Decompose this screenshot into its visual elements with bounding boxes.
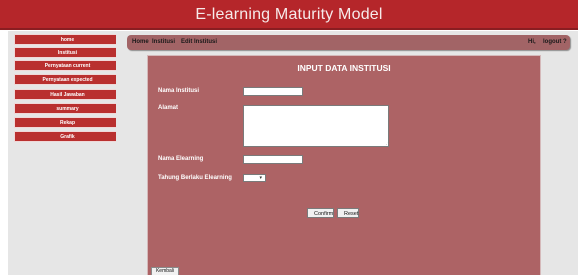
sidebar-item-summary[interactable]: summary: [14, 103, 121, 114]
resize-handle-icon[interactable]: ⋰: [384, 142, 389, 148]
sidebar-item-grafik[interactable]: Grafik: [14, 131, 121, 142]
tahun-berlaku-select[interactable]: ▾: [243, 174, 266, 182]
breadcrumb-home[interactable]: Home: [132, 39, 149, 45]
chevron-down-icon: ▾: [259, 175, 262, 181]
alamat-textarea[interactable]: [243, 105, 389, 147]
nama-elearning-input[interactable]: [243, 155, 303, 164]
logout-link[interactable]: logout ?: [543, 39, 567, 45]
sidebar: home Institusi Pernyataan current Pernya…: [8, 31, 121, 275]
tahun-berlaku-label: Tahung Berlaku Elearning: [158, 175, 232, 181]
app-header: E-learning Maturity Model: [0, 0, 578, 30]
breadcrumb-edit-institusi[interactable]: Edit Institusi: [181, 39, 217, 45]
user-greeting: Hi,: [528, 39, 536, 45]
sidebar-item-rekap[interactable]: Rekap: [14, 117, 121, 128]
nama-institusi-label: Nama Institusi: [158, 88, 200, 94]
sidebar-item-hasil-jawaban[interactable]: Hasil Jawaban: [14, 89, 121, 100]
breadcrumb-institusi[interactable]: Institusi: [152, 39, 175, 45]
form-title: INPUT DATA INSTITUSI: [297, 63, 391, 73]
confirm-button[interactable]: Confirm: [307, 208, 334, 218]
reset-button[interactable]: Reset: [337, 208, 359, 218]
sidebar-item-home[interactable]: home: [14, 34, 121, 45]
nama-elearning-label: Nama Elearning: [158, 156, 204, 162]
sidebar-item-pernyataan-expected[interactable]: Pernyataan expected: [14, 74, 121, 85]
app-title: E-learning Maturity Model: [195, 6, 383, 23]
sidebar-item-institusi[interactable]: Institusi: [14, 47, 121, 58]
breadcrumb: Home Institusi Edit Institusi Hi, logout…: [127, 35, 570, 50]
alamat-label: Alamat: [158, 105, 179, 111]
sidebar-item-pernyataan-current[interactable]: Pernyataan current: [14, 60, 121, 71]
kembali-button[interactable]: Kembali: [151, 267, 179, 275]
form-panel: INPUT DATA INSTITUSI Nama Institusi Alam…: [148, 56, 540, 275]
nama-institusi-input[interactable]: [243, 87, 303, 96]
